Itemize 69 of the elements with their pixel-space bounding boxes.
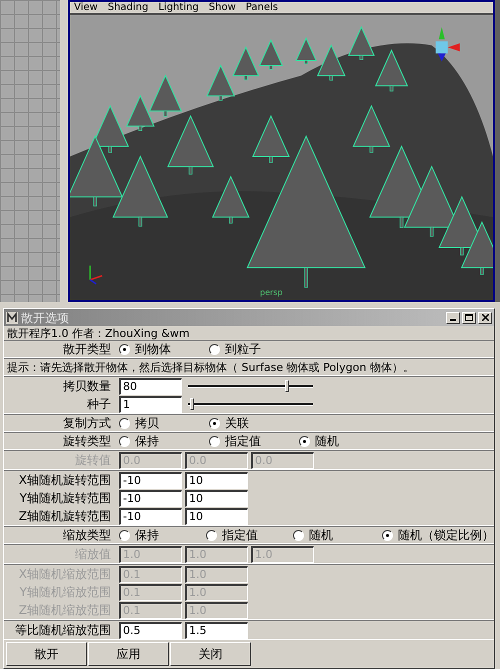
hint-text: 提示：请先选择散开物体，然后选择目标物体（ Surfase 物体或 Polygon 物体）。 [7,362,414,372]
camera-label: persp [260,289,283,297]
radio-button[interactable] [206,530,218,540]
field-label: 拷贝数量 [63,380,111,392]
number-field[interactable]: -10 [119,472,182,488]
maximize-button[interactable] [462,312,476,324]
radio-button[interactable] [209,344,220,354]
radio-option[interactable]: 随机 [299,435,391,447]
radio-option[interactable]: 保持 [119,435,209,447]
radio-option[interactable]: 指定值 [209,435,299,447]
field-label: 旋转类型 [63,435,111,447]
radio-button[interactable] [293,530,304,540]
radio-option[interactable]: 到物体 [119,343,209,355]
number-field[interactable]: 10 [185,508,248,524]
field-label: Y轴随机缩放范围 [20,586,111,598]
radio-option[interactable]: 关联 [209,417,299,429]
radio-button[interactable] [119,344,130,354]
radio-button[interactable] [299,436,310,446]
number-field[interactable]: 1.5 [185,622,248,638]
author-text: 散开程序1.0 作者：ZhouXing &wm [7,328,190,338]
field-label: 旋转值 [75,454,111,466]
close-button[interactable] [478,312,492,324]
app-icon [6,312,18,324]
field-label: X轴随机旋转范围 [18,474,111,486]
number-field[interactable]: 10 [185,472,248,488]
menu-item[interactable]: Lighting [158,2,199,12]
radio-option[interactable]: 随机（锁定比例） [382,529,494,541]
close-icon [482,314,488,321]
number-field[interactable]: 80 [119,378,182,394]
maximize-icon [465,314,473,321]
slider-thumb[interactable] [190,398,194,410]
radio-button[interactable] [209,436,220,446]
number-field[interactable]: -10 [119,508,182,524]
radio-option[interactable]: 拷贝 [119,417,209,429]
menu-item[interactable]: Shading [108,2,148,12]
radio-button[interactable] [382,530,393,540]
field-label: Y轴随机旋转范围 [20,492,111,504]
slider-thumb[interactable] [284,380,289,392]
slider-track[interactable] [188,398,313,410]
field-label: 缩放值 [75,548,111,560]
dialog-button[interactable]: 散开 [6,642,87,666]
slider-track[interactable] [188,380,313,392]
field-label: Z轴随机缩放范围 [18,604,111,616]
field-label: 等比随机缩放范围 [15,624,111,636]
radio-button[interactable] [119,530,130,540]
radio-option[interactable]: 指定值 [206,529,294,541]
radio-button[interactable] [209,418,220,428]
menu-item[interactable]: View [74,2,98,12]
number-field[interactable]: 0.5 [119,622,182,638]
field-label: Z轴随机旋转范围 [18,510,111,522]
radio-option[interactable]: 保持 [119,529,206,541]
field-label: 缩放类型 [63,529,111,541]
radio-button[interactable] [119,436,130,446]
radio-button[interactable] [119,418,130,428]
field-label: 散开类型 [63,343,111,355]
number-field[interactable]: -10 [119,490,182,506]
field-label: 复制方式 [63,417,111,429]
radio-option[interactable]: 到粒子 [209,343,299,355]
field-label: 种子 [87,398,111,410]
window-title: 散开选项 [21,312,69,324]
number-field[interactable]: 10 [185,490,248,506]
dialog-button[interactable]: 关闭 [170,642,251,666]
dialog-button[interactable]: 应用 [88,642,169,666]
minimize-button[interactable] [446,312,460,324]
number-field[interactable]: 1 [119,396,182,412]
menu-item[interactable]: Show [208,2,236,12]
radio-option[interactable]: 随机 [293,529,382,541]
menu-item[interactable]: Panels [246,2,278,12]
field-label: X轴随机缩放范围 [18,568,111,580]
